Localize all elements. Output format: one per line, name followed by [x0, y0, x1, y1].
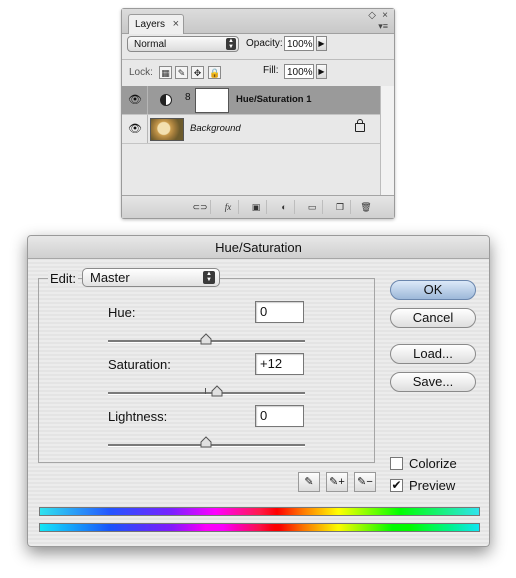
- eye-icon[interactable]: 👁: [126, 93, 144, 107]
- link-icon[interactable]: ⊂⊃: [190, 200, 211, 214]
- lock-all-icon[interactable]: 🔒: [208, 66, 221, 79]
- stepper-icon: ▲ ▼: [203, 271, 215, 284]
- layer-thumbnail: [150, 118, 184, 141]
- stepper-icon: ▲ ▼: [226, 38, 236, 50]
- chain-link-icon[interactable]: 8: [185, 92, 191, 103]
- divider: [147, 86, 148, 114]
- lightness-input[interactable]: 0: [255, 405, 304, 427]
- layers-scrollbar[interactable]: [380, 86, 394, 195]
- folder-icon[interactable]: ▭: [302, 200, 323, 214]
- dialog-titlebar[interactable]: Hue/Saturation: [28, 236, 489, 259]
- new-layer-icon[interactable]: ❐: [330, 200, 351, 214]
- tab-layers-label: Layers: [135, 19, 166, 30]
- tab-layers[interactable]: Layers ×: [128, 14, 184, 34]
- eyedropper-icon[interactable]: ✎: [298, 472, 320, 492]
- layer-name: Background: [190, 123, 241, 134]
- fill-label: Fill:: [263, 65, 279, 76]
- saturation-slider-track[interactable]: [108, 392, 305, 395]
- lock-position-icon[interactable]: ✥: [191, 66, 204, 79]
- saturation-center-tick: [205, 388, 206, 394]
- adjustment-icon[interactable]: ◐: [274, 200, 295, 214]
- saturation-label: Saturation:: [108, 357, 171, 372]
- lock-icon: [355, 119, 365, 132]
- hue-saturation-dialog: Hue/Saturation Edit: Master ▲ ▼ Hue: 0 Sa…: [27, 235, 490, 547]
- layer-row-background[interactable]: 👁 Background: [122, 115, 380, 144]
- ok-button[interactable]: OK: [390, 280, 476, 300]
- saturation-input[interactable]: +12: [255, 353, 304, 375]
- mask-icon[interactable]: ▣: [246, 200, 267, 214]
- lock-transparent-icon[interactable]: ▦: [159, 66, 172, 79]
- edit-label: Edit:: [48, 271, 79, 286]
- divider: [147, 115, 148, 143]
- lock-pixels-icon[interactable]: ✎: [175, 66, 188, 79]
- lightness-slider-knob[interactable]: [200, 436, 212, 448]
- blend-mode-select[interactable]: Normal ▲ ▼: [127, 36, 239, 52]
- colorize-label: Colorize: [409, 456, 457, 471]
- panel-close-icon[interactable]: ×: [382, 10, 388, 21]
- dialog-title: Hue/Saturation: [215, 240, 302, 255]
- hue-input[interactable]: 0: [255, 301, 304, 323]
- opacity-label: Opacity:: [246, 38, 283, 49]
- layers-footer: ⊂⊃ fx ▣ ◐ ▭ ❐ 🗑: [122, 195, 394, 218]
- opacity-input[interactable]: 100%: [284, 36, 314, 51]
- collapse-icon[interactable]: ◇: [368, 10, 376, 21]
- preview-label: Preview: [409, 478, 456, 493]
- layer-list: 👁 8 Hue/Saturation 1 👁 Background: [122, 86, 380, 195]
- layers-panel: Layers × ◇ × ▾≡ Normal ▲ ▼ Opacity: 100% …: [121, 8, 395, 219]
- save-button[interactable]: Save...: [390, 372, 476, 392]
- lightness-label: Lightness:: [108, 409, 168, 424]
- layers-panel-header: Layers × ◇ × ▾≡: [122, 9, 394, 34]
- layer-row-hue-saturation[interactable]: 👁 8 Hue/Saturation 1: [122, 86, 380, 115]
- colorize-checkbox[interactable]: [390, 457, 403, 470]
- cancel-button[interactable]: Cancel: [390, 308, 476, 328]
- layer-name: Hue/Saturation 1: [236, 94, 312, 105]
- input-color-spectrum: [39, 507, 480, 516]
- layer-mask-thumbnail[interactable]: [195, 88, 229, 113]
- edit-select[interactable]: Master ▲ ▼: [82, 268, 220, 287]
- saturation-slider-knob[interactable]: [211, 385, 223, 397]
- fx-icon[interactable]: fx: [218, 200, 239, 214]
- output-color-spectrum: [39, 523, 480, 532]
- trash-icon[interactable]: 🗑: [356, 200, 376, 214]
- opacity-arrow-icon[interactable]: ▶: [316, 36, 327, 51]
- load-button[interactable]: Load...: [390, 344, 476, 364]
- lock-row: Lock: ▦ ✎ ✥ 🔒 Fill: 100% ▶: [122, 59, 394, 87]
- blend-mode-value: Normal: [134, 39, 167, 50]
- hue-label: Hue:: [108, 305, 136, 320]
- lock-label: Lock:: [129, 67, 153, 78]
- hue-slider-knob[interactable]: [200, 333, 212, 345]
- fill-input[interactable]: 100%: [284, 64, 314, 79]
- preview-checkbox[interactable]: ✔: [390, 479, 403, 492]
- panel-menu-icon[interactable]: ▾≡: [378, 21, 388, 32]
- eyedropper-subtract-icon[interactable]: ✎−: [354, 472, 376, 492]
- edit-select-value: Master: [90, 270, 130, 285]
- fill-arrow-icon[interactable]: ▶: [316, 64, 327, 79]
- eyedropper-add-icon[interactable]: ✎+: [326, 472, 348, 492]
- adjustment-layer-icon: [160, 94, 172, 106]
- tab-close-icon[interactable]: ×: [173, 15, 179, 34]
- eye-icon[interactable]: 👁: [126, 122, 144, 136]
